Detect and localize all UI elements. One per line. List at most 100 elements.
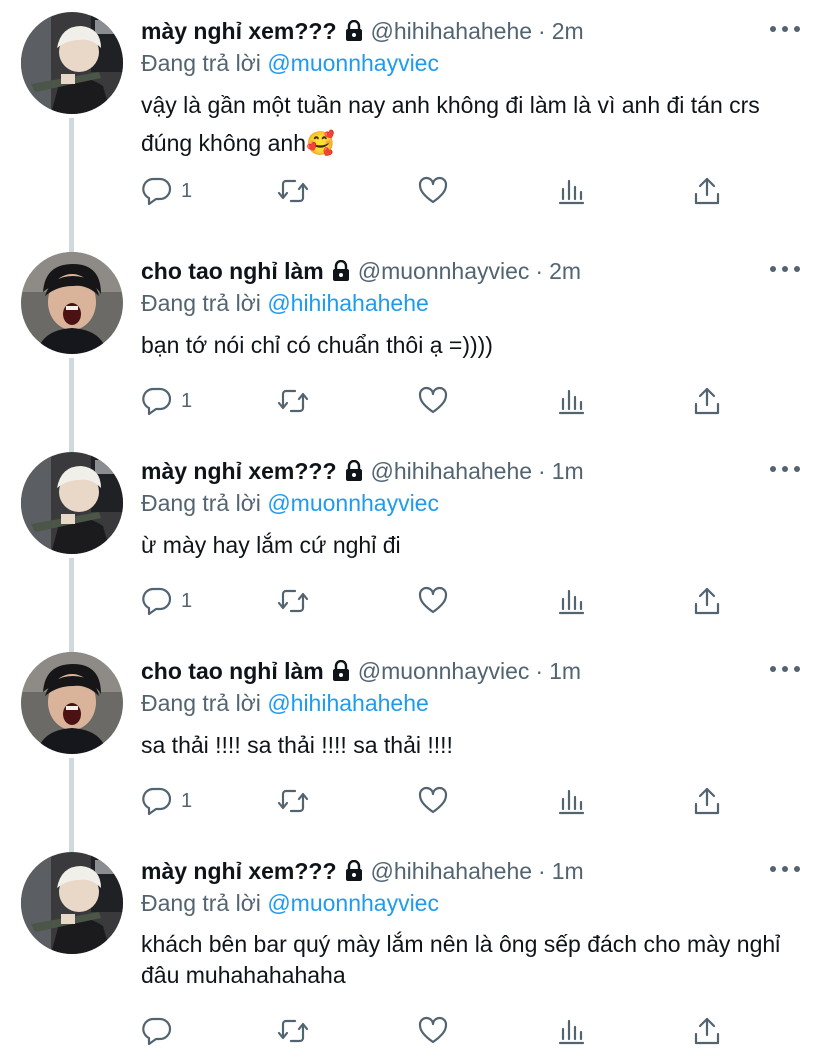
- timestamp[interactable]: 2m: [549, 258, 581, 285]
- retweet-icon: [277, 789, 309, 813]
- more-icon[interactable]: [770, 258, 800, 280]
- avatar[interactable]: [21, 652, 123, 754]
- avatar[interactable]: [21, 252, 123, 354]
- display-name[interactable]: cho tao nghỉ làm: [141, 258, 324, 285]
- more-icon[interactable]: [770, 18, 800, 40]
- action-bar: 1: [141, 174, 731, 208]
- like-icon: [418, 786, 448, 814]
- reply-button[interactable]: 1: [141, 174, 192, 208]
- tweet-header: cho tao nghỉ làm @muonnhayviec · 2m: [141, 254, 581, 288]
- display-name[interactable]: mày nghỉ xem???: [141, 458, 337, 485]
- share-button[interactable]: [691, 174, 723, 208]
- like-button[interactable]: [417, 784, 449, 818]
- avatar[interactable]: [21, 852, 123, 954]
- like-button[interactable]: [417, 584, 449, 618]
- tweet[interactable]: cho tao nghỉ làm @muonnhayviec · 1m Đang…: [0, 640, 828, 896]
- like-button[interactable]: [417, 174, 449, 208]
- retweet-button[interactable]: [277, 1014, 309, 1048]
- mention-link[interactable]: @muonnhayviec: [267, 490, 439, 516]
- lock-icon: [345, 460, 362, 481]
- avatar-blonde-image: [21, 12, 123, 114]
- timestamp[interactable]: 1m: [549, 658, 581, 685]
- share-button[interactable]: [691, 584, 723, 618]
- more-icon[interactable]: [770, 458, 800, 480]
- username[interactable]: @muonnhayviec: [358, 258, 530, 285]
- reply-button[interactable]: 1: [141, 384, 192, 418]
- avatar[interactable]: [21, 12, 123, 114]
- more-icon[interactable]: [770, 858, 800, 880]
- reply-count: 1: [181, 789, 193, 812]
- username[interactable]: @hihihahahehe: [371, 18, 532, 45]
- views-button[interactable]: [555, 174, 587, 208]
- share-icon: [694, 1017, 720, 1045]
- retweet-icon: [277, 1019, 309, 1043]
- tweet[interactable]: mày nghỉ xem??? @hihihahahehe · 1m Đang …: [0, 440, 828, 696]
- views-icon: [558, 589, 585, 615]
- reply-icon: [142, 387, 172, 416]
- timestamp[interactable]: 2m: [552, 18, 584, 45]
- retweet-icon: [277, 389, 309, 413]
- tweet[interactable]: mày nghỉ xem??? @hihihahahehe · 2m Đang …: [0, 0, 828, 256]
- share-button[interactable]: [691, 384, 723, 418]
- timestamp[interactable]: 1m: [552, 858, 584, 885]
- lock-icon: [345, 20, 362, 41]
- views-icon: [558, 389, 585, 415]
- mention-link[interactable]: @muonnhayviec: [267, 50, 439, 76]
- replying-to-label: Đang trả lời: [141, 290, 261, 316]
- separator: ·: [535, 657, 544, 684]
- action-bar: [141, 1014, 731, 1048]
- share-icon: [694, 387, 720, 415]
- display-name[interactable]: cho tao nghỉ làm: [141, 658, 324, 685]
- retweet-icon: [277, 179, 309, 203]
- mention-link[interactable]: @hihihahahehe: [267, 290, 428, 316]
- lock-icon: [332, 660, 349, 681]
- tweet[interactable]: mày nghỉ xem??? @hihihahahehe · 1m Đang …: [0, 840, 828, 1063]
- tweet-text: sa thải !!!! sa thải !!!! sa thải !!!!: [141, 732, 453, 758]
- retweet-button[interactable]: [277, 384, 309, 418]
- replying-to-label: Đang trả lời: [141, 490, 261, 516]
- tweet-header: mày nghỉ xem??? @hihihahahehe · 1m: [141, 854, 584, 888]
- views-button[interactable]: [555, 784, 587, 818]
- separator: ·: [535, 257, 544, 284]
- avatar[interactable]: [21, 452, 123, 554]
- views-button[interactable]: [555, 1014, 587, 1048]
- like-icon: [418, 1016, 448, 1044]
- views-button[interactable]: [555, 384, 587, 418]
- views-button[interactable]: [555, 584, 587, 618]
- retweet-button[interactable]: [277, 784, 309, 818]
- mention-link[interactable]: @muonnhayviec: [267, 890, 439, 916]
- replying-to: Đang trả lời @muonnhayviec: [141, 890, 439, 917]
- username[interactable]: @hihihahahehe: [371, 858, 532, 885]
- reply-button[interactable]: 1: [141, 784, 192, 818]
- retweet-button[interactable]: [277, 174, 309, 208]
- like-icon: [418, 586, 448, 614]
- share-button[interactable]: [691, 1014, 723, 1048]
- action-bar: 1: [141, 384, 731, 418]
- reply-count: 1: [181, 179, 193, 202]
- tweet[interactable]: cho tao nghỉ làm @muonnhayviec · 2m Đang…: [0, 240, 828, 496]
- reply-icon: [142, 1017, 172, 1046]
- views-icon: [558, 179, 585, 205]
- avatar-screaming-image: [21, 252, 123, 354]
- more-icon[interactable]: [770, 658, 800, 680]
- reply-icon: [142, 177, 172, 206]
- views-icon: [558, 1019, 585, 1045]
- tweet-header: mày nghỉ xem??? @hihihahahehe · 1m: [141, 454, 584, 488]
- like-button[interactable]: [417, 384, 449, 418]
- mention-link[interactable]: @hihihahahehe: [267, 690, 428, 716]
- username[interactable]: @hihihahahehe: [371, 458, 532, 485]
- like-button[interactable]: [417, 1014, 449, 1048]
- display-name[interactable]: mày nghỉ xem???: [141, 858, 337, 885]
- share-button[interactable]: [691, 784, 723, 818]
- reply-button[interactable]: 1: [141, 584, 192, 618]
- timestamp[interactable]: 1m: [552, 458, 584, 485]
- retweet-button[interactable]: [277, 584, 309, 618]
- username[interactable]: @muonnhayviec: [358, 658, 530, 685]
- reply-button[interactable]: [141, 1014, 181, 1048]
- replying-to-label: Đang trả lời: [141, 50, 261, 76]
- avatar-blonde-image: [21, 452, 123, 554]
- thread-line: [69, 118, 74, 256]
- display-name[interactable]: mày nghỉ xem???: [141, 18, 337, 45]
- replying-to-label: Đang trả lời: [141, 890, 261, 916]
- views-icon: [558, 789, 585, 815]
